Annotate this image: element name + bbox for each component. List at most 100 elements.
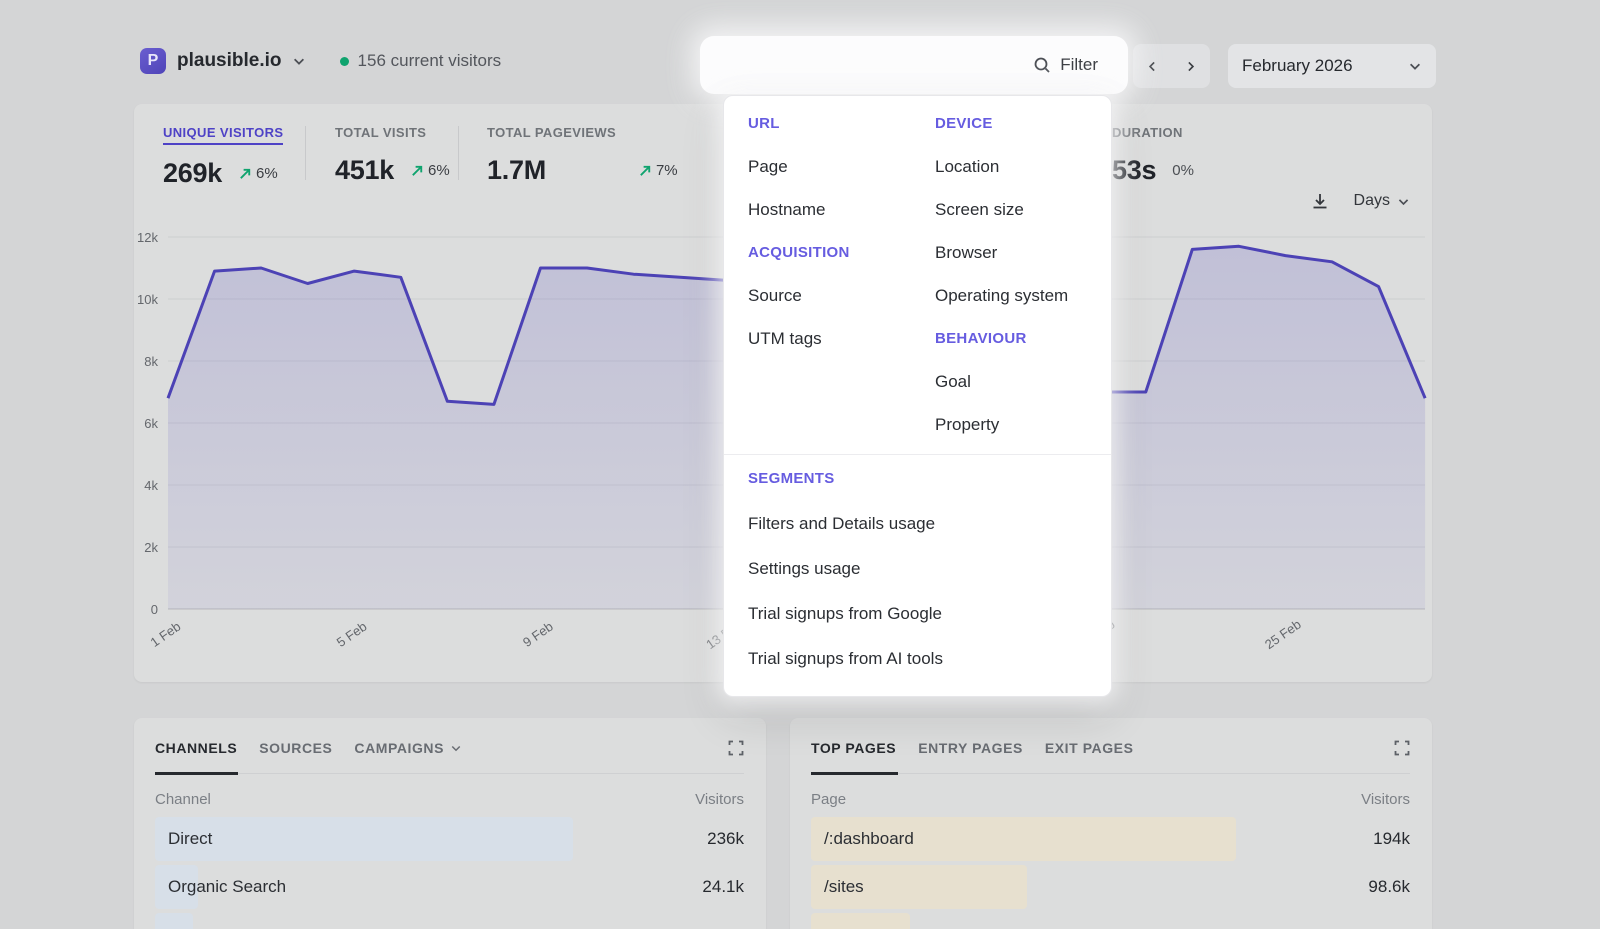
table-header: Channel Visitors [155, 791, 744, 808]
filter-item-operating-system[interactable]: Operating system [935, 286, 1068, 306]
svg-text:0: 0 [151, 602, 158, 617]
table-row[interactable]: /:dashboard 194k [811, 817, 1410, 861]
search-icon [1033, 56, 1051, 74]
tab-exit-pages[interactable]: EXIT PAGES [1045, 740, 1134, 756]
download-icon[interactable] [1310, 191, 1330, 211]
row-label: /:dashboard [811, 829, 914, 849]
svg-text:8k: 8k [144, 354, 158, 369]
filter-item-goal[interactable]: Goal [935, 372, 971, 392]
stat-value: 269k [163, 158, 222, 189]
table-row-partial [155, 913, 744, 929]
row-label: Direct [155, 829, 212, 849]
stat-change: 0% [1172, 162, 1194, 179]
filter-item-utm-tags[interactable]: UTM tags [748, 329, 822, 349]
chevron-down-icon [1408, 59, 1422, 73]
prev-period-button[interactable] [1133, 44, 1172, 88]
live-dot-icon [340, 57, 349, 66]
filter-item-property[interactable]: Property [935, 415, 999, 435]
stat-total-visits[interactable]: TOTAL VISITS 451k 6% [335, 124, 450, 186]
tab-entry-pages[interactable]: ENTRY PAGES [918, 740, 1023, 756]
filter-item-browser[interactable]: Browser [935, 243, 997, 263]
stat-change: 6% [238, 165, 278, 182]
next-period-button[interactable] [1172, 44, 1211, 88]
arrow-up-right-icon [238, 166, 253, 181]
channels-tabs: CHANNELS SOURCES CAMPAIGNS [155, 736, 744, 760]
stat-value: 1.7M [487, 155, 546, 186]
tab-underline [811, 773, 1410, 774]
row-label: /sites [811, 877, 864, 897]
tab-underline [155, 773, 744, 774]
interval-label: Days [1354, 192, 1390, 210]
svg-text:2k: 2k [144, 540, 158, 555]
stat-unique-visitors[interactable]: UNIQUE VISITORS 269k 6% [163, 124, 283, 189]
key-column-header: Page [811, 791, 846, 808]
segment-item-settings-usage[interactable]: Settings usage [748, 559, 860, 579]
row-bar [155, 817, 573, 861]
interval-dropdown[interactable]: Days [1354, 192, 1410, 210]
tab-campaigns-label: CAMPAIGNS [354, 740, 444, 756]
svg-text:12k: 12k [137, 230, 158, 245]
filter-item-location[interactable]: Location [935, 157, 999, 177]
filter-item-hostname[interactable]: Hostname [748, 200, 825, 220]
date-range-label: February 2026 [1242, 56, 1408, 76]
filter-label: Filter [1060, 55, 1098, 75]
stat-change: 7% [638, 162, 678, 179]
table-header: Page Visitors [811, 791, 1410, 808]
filter-section-url: URL [748, 115, 780, 132]
site-header: P plausible.io 156 current visitors [140, 48, 501, 74]
row-label: Organic Search [155, 877, 286, 897]
chevron-down-icon [450, 742, 462, 754]
segment-item-trial-signups-ai-tools[interactable]: Trial signups from AI tools [748, 649, 943, 669]
arrow-up-right-icon [410, 163, 425, 178]
svg-text:25 Feb: 25 Feb [1262, 617, 1304, 653]
current-visitors-label: 156 current visitors [358, 51, 502, 71]
row-value: 24.1k [702, 877, 744, 897]
channels-card: CHANNELS SOURCES CAMPAIGNS Channel Visit… [134, 718, 766, 929]
value-column-header: Visitors [1361, 791, 1410, 808]
stat-change: 6% [410, 162, 450, 179]
date-nav [1133, 44, 1210, 88]
svg-text:1 Feb: 1 Feb [147, 619, 183, 650]
stat-value: 53s [1112, 155, 1156, 186]
expand-icon[interactable] [728, 740, 744, 756]
filter-item-screen-size[interactable]: Screen size [935, 200, 1024, 220]
current-visitors[interactable]: 156 current visitors [340, 51, 502, 71]
stat-visit-duration[interactable]: DURATION 53s 0% [1112, 124, 1194, 186]
site-name[interactable]: plausible.io [177, 50, 282, 72]
tab-sources[interactable]: SOURCES [259, 740, 332, 756]
chevron-down-icon [1397, 195, 1410, 208]
value-column-header: Visitors [695, 791, 744, 808]
stat-label: DURATION [1112, 125, 1183, 140]
stat-divider [305, 126, 306, 180]
filter-section-acquisition: ACQUISITION [748, 244, 850, 261]
plausible-logo-icon: P [140, 48, 166, 74]
row-bar [155, 913, 193, 929]
site-switcher-chevron-icon[interactable] [292, 54, 306, 68]
stat-total-pageviews[interactable]: TOTAL PAGEVIEWS 1.7M 7% [487, 124, 678, 186]
svg-text:4k: 4k [144, 478, 158, 493]
svg-text:10k: 10k [137, 292, 158, 307]
filter-search-bar[interactable]: Filter [700, 36, 1128, 94]
filter-item-page[interactable]: Page [748, 157, 788, 177]
filter-section-device: DEVICE [935, 115, 993, 132]
chart-toolbar: Days [1310, 191, 1410, 211]
table-row[interactable]: Direct 236k [155, 817, 744, 861]
pages-tabs: TOP PAGES ENTRY PAGES EXIT PAGES [811, 736, 1410, 760]
table-row[interactable]: /sites 98.6k [811, 865, 1410, 909]
svg-text:5 Feb: 5 Feb [334, 619, 370, 650]
key-column-header: Channel [155, 791, 211, 808]
tab-campaigns[interactable]: CAMPAIGNS [354, 740, 462, 756]
segment-item-filters-details-usage[interactable]: Filters and Details usage [748, 514, 935, 534]
svg-text:9 Feb: 9 Feb [520, 619, 556, 650]
segment-item-trial-signups-google[interactable]: Trial signups from Google [748, 604, 942, 624]
stat-label: TOTAL PAGEVIEWS [487, 125, 616, 140]
expand-icon[interactable] [1394, 740, 1410, 756]
filter-item-source[interactable]: Source [748, 286, 802, 306]
stat-label: UNIQUE VISITORS [163, 125, 283, 145]
tab-top-pages[interactable]: TOP PAGES [811, 740, 896, 756]
tab-channels[interactable]: CHANNELS [155, 740, 237, 756]
table-row[interactable]: Organic Search 24.1k [155, 865, 744, 909]
date-range-picker[interactable]: February 2026 [1228, 44, 1436, 88]
filter-section-behaviour: BEHAVIOUR [935, 330, 1027, 347]
row-bar [811, 913, 910, 929]
